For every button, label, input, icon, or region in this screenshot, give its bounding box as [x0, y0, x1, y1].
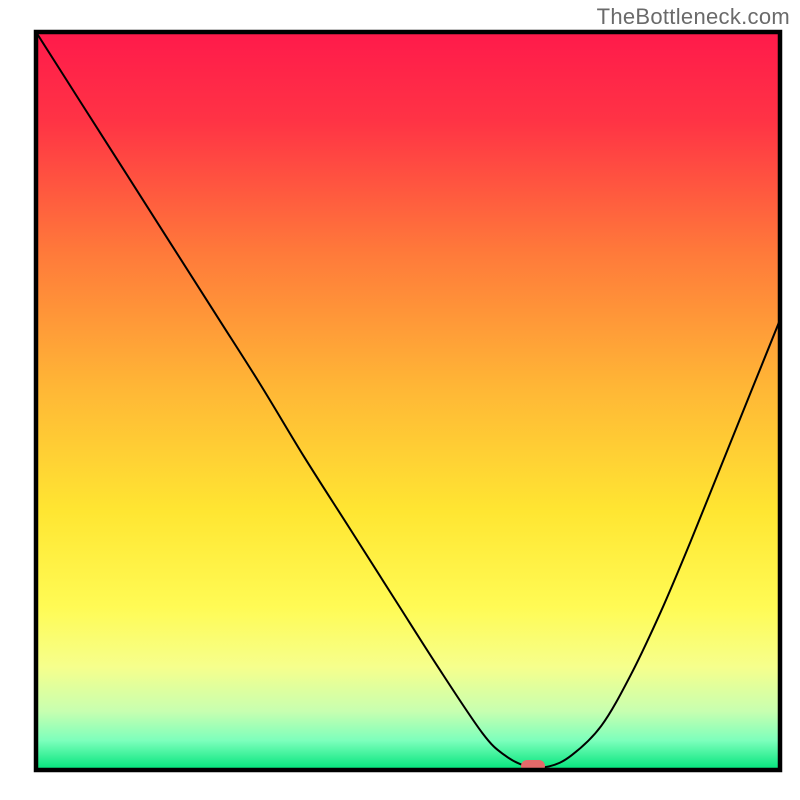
watermark-text: TheBottleneck.com — [597, 4, 790, 30]
plot-gradient — [36, 32, 780, 770]
chart-svg — [0, 0, 800, 800]
